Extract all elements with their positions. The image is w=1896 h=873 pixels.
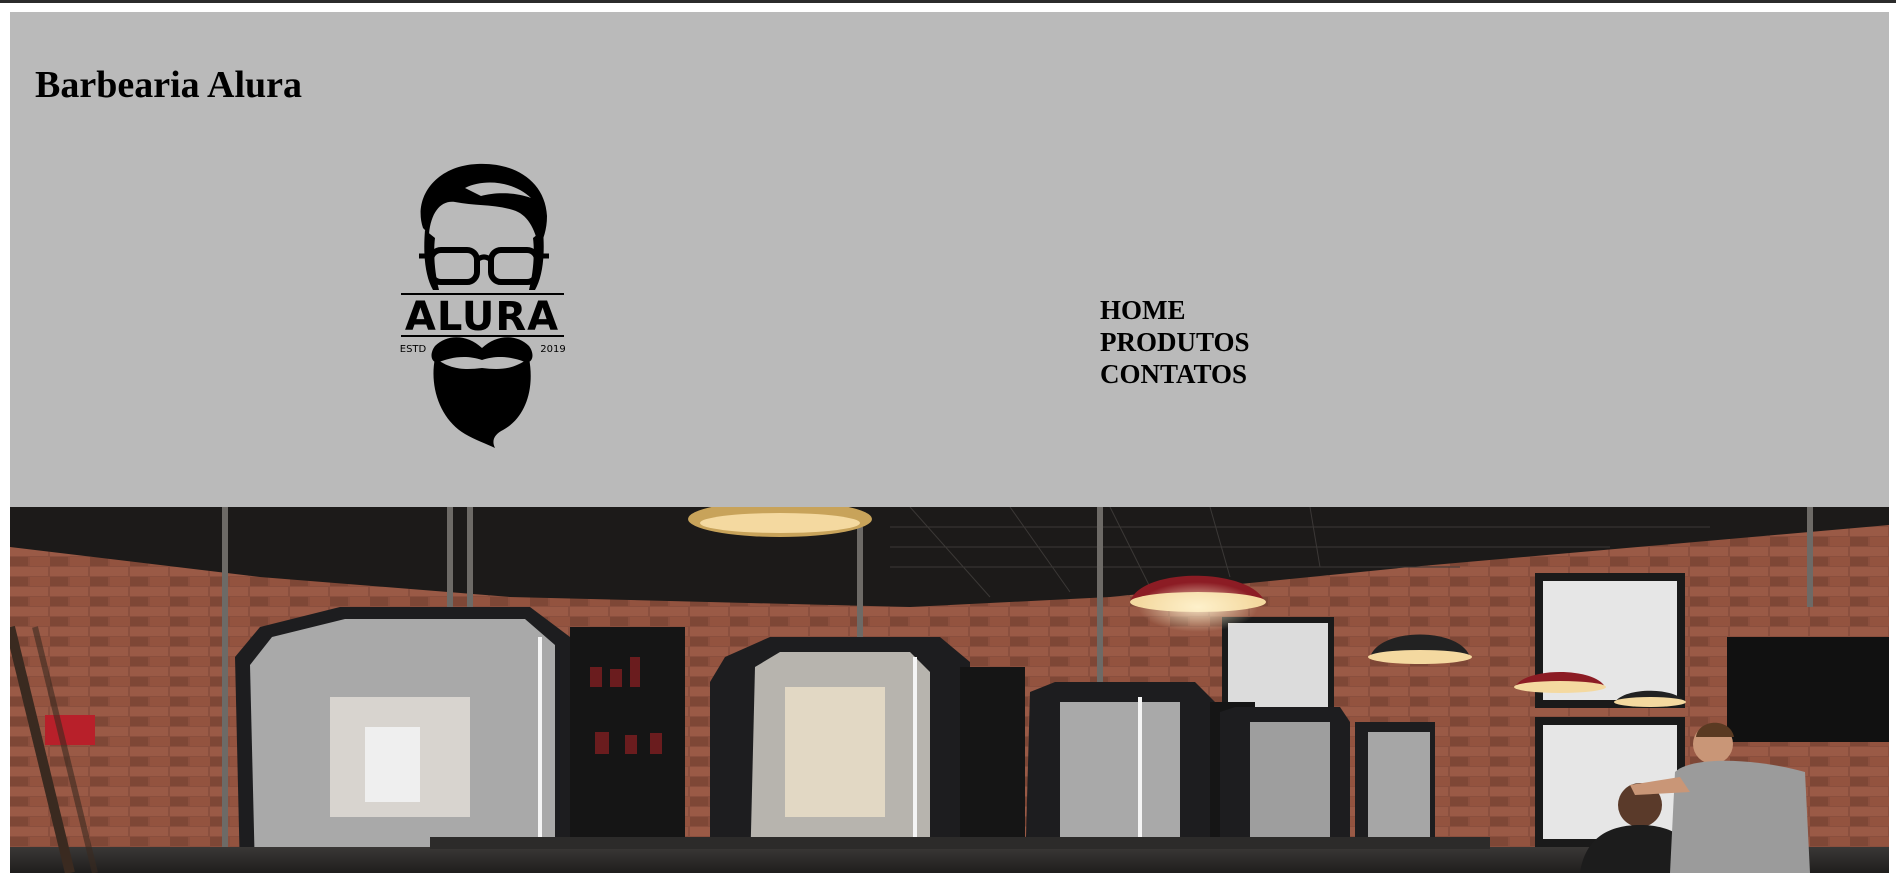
logo-name: ALURA [405, 294, 559, 340]
nav-item-produtos[interactable]: PRODUTOS [1100, 326, 1250, 358]
barbershop-interior-photo-icon [10, 507, 1889, 873]
nav-item-home[interactable]: HOME [1100, 294, 1250, 326]
logo-year: 2019 [540, 344, 565, 355]
page: Barbearia Alura ALURA ESTD 2019 HOME PRO… [10, 12, 1889, 873]
logo-est-label: ESTD [400, 344, 427, 355]
bearded-man-logo-icon: ALURA ESTD 2019 [400, 163, 566, 448]
site-title: Barbearia Alura [35, 64, 303, 106]
site-header: Barbearia Alura ALURA ESTD 2019 HOME PRO… [10, 12, 1889, 507]
top-border [0, 0, 1896, 3]
barbershop-hero-image [10, 507, 1889, 873]
main-nav: HOME PRODUTOS CONTATOS [1100, 294, 1250, 390]
nav-item-contatos[interactable]: CONTATOS [1100, 358, 1250, 390]
